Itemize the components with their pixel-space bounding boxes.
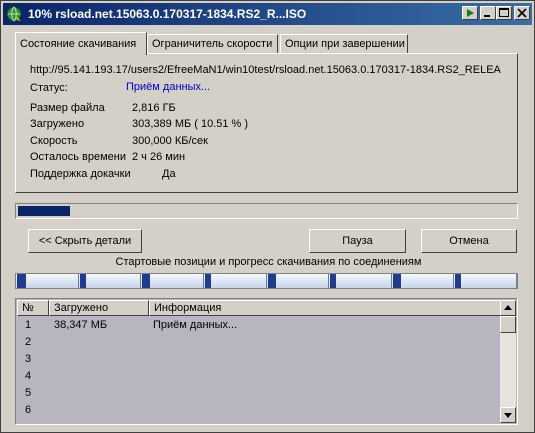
tab-label: Ограничитель скорости — [152, 38, 273, 50]
close-button[interactable] — [514, 6, 530, 20]
row-number: 2 — [25, 336, 32, 348]
list-row[interactable]: 1 38,347 МБ Приём данных... — [17, 317, 502, 334]
status-value: Приём данных... — [126, 81, 211, 93]
tab-label: Опции при завершении — [285, 38, 405, 50]
pause-button[interactable]: Пауза — [309, 229, 406, 253]
status-panel: http://95.141.193.17/users2/EfreeMaN1/wi… — [15, 53, 518, 193]
connection-progress-mark — [455, 274, 461, 288]
download-url: http://95.141.193.17/users2/EfreeMaN1/wi… — [30, 64, 501, 76]
row-loaded: 38,347 МБ — [54, 319, 108, 331]
speed-label: Скорость — [30, 135, 78, 147]
resume-support-value: Да — [162, 168, 176, 180]
row-number: 6 — [25, 404, 32, 416]
download-window: 10% rsload.net.15063.0.170317-1834.RS2_R… — [0, 0, 535, 433]
connection-segment — [79, 274, 141, 288]
row-number: 4 — [25, 370, 32, 382]
scroll-down-button[interactable] — [500, 407, 516, 423]
cancel-button[interactable]: Отмена — [421, 229, 517, 253]
connection-progress-mark — [17, 274, 26, 288]
row-number: 3 — [25, 353, 32, 365]
scroll-thumb[interactable] — [500, 316, 516, 333]
tab-download-status[interactable]: Состояние скачивания — [15, 32, 147, 55]
list-row[interactable]: 6 — [17, 402, 502, 419]
vertical-scrollbar[interactable] — [500, 300, 516, 423]
window-title: 10% rsload.net.15063.0.170317-1834.RS2_R… — [28, 7, 307, 21]
status-label: Статус: — [30, 82, 68, 94]
speed-value: 300,000 КБ/сек — [132, 135, 208, 147]
minimize-button[interactable] — [480, 6, 496, 20]
minimize-icon — [484, 15, 490, 17]
run-icon — [467, 9, 474, 17]
connection-segment — [141, 274, 204, 288]
row-number: 1 — [25, 319, 32, 331]
file-size-label: Размер файла — [30, 102, 105, 114]
connection-segment — [204, 274, 267, 288]
close-icon — [517, 8, 527, 18]
connection-progress-mark — [80, 274, 86, 288]
connection-progress-mark — [330, 274, 336, 288]
list-row[interactable]: 5 — [17, 385, 502, 402]
run-button[interactable] — [462, 6, 478, 20]
connection-segment — [454, 274, 517, 288]
tab-label: Состояние скачивания — [20, 38, 137, 50]
tab-speed-limiter[interactable]: Ограничитель скорости — [147, 34, 278, 54]
connection-segment — [392, 274, 454, 288]
connections-list[interactable]: № Загружено Информация 1 38,347 МБ Приём… — [15, 298, 518, 425]
connection-segment — [329, 274, 392, 288]
downloaded-value: 303,389 МБ ( 10.51 % ) — [132, 118, 249, 130]
hide-details-button[interactable]: << Скрыть детали — [28, 229, 142, 253]
column-header-number[interactable]: № — [17, 300, 49, 316]
resume-support-label: Поддержка докачки — [30, 168, 131, 180]
column-header-info[interactable]: Информация — [149, 300, 502, 316]
arrow-up-icon — [504, 305, 512, 310]
file-size-value: 2,816 ГБ — [132, 102, 176, 114]
connection-segment — [267, 274, 329, 288]
list-row[interactable]: 4 — [17, 368, 502, 385]
title-bar[interactable]: 10% rsload.net.15063.0.170317-1834.RS2_R… — [3, 3, 532, 25]
connections-progress-bar — [15, 273, 518, 289]
time-left-label: Осталось времени — [30, 151, 127, 163]
scroll-up-button[interactable] — [500, 300, 516, 316]
download-progress-bar — [15, 203, 518, 219]
connection-progress-mark — [393, 274, 401, 288]
tab-completion-options[interactable]: Опции при завершении — [280, 34, 408, 54]
connections-caption: Стартовые позиции и прогресс скачивания … — [115, 256, 422, 268]
connection-progress-mark — [205, 274, 211, 288]
column-header-loaded[interactable]: Загружено — [49, 300, 149, 316]
app-globe-icon — [6, 6, 22, 22]
row-number: 5 — [25, 387, 32, 399]
time-left-value: 2 ч 26 мин — [132, 151, 186, 163]
maximize-button[interactable] — [496, 6, 512, 20]
connection-progress-mark — [268, 274, 276, 288]
connection-progress-mark — [142, 274, 150, 288]
progress-fill — [18, 206, 70, 216]
list-row[interactable]: 2 — [17, 334, 502, 351]
arrow-down-icon — [504, 413, 512, 418]
row-info: Приём данных... — [153, 319, 238, 331]
maximize-icon — [499, 8, 509, 17]
downloaded-label: Загружено — [30, 118, 85, 130]
list-row[interactable]: 3 — [17, 351, 502, 368]
